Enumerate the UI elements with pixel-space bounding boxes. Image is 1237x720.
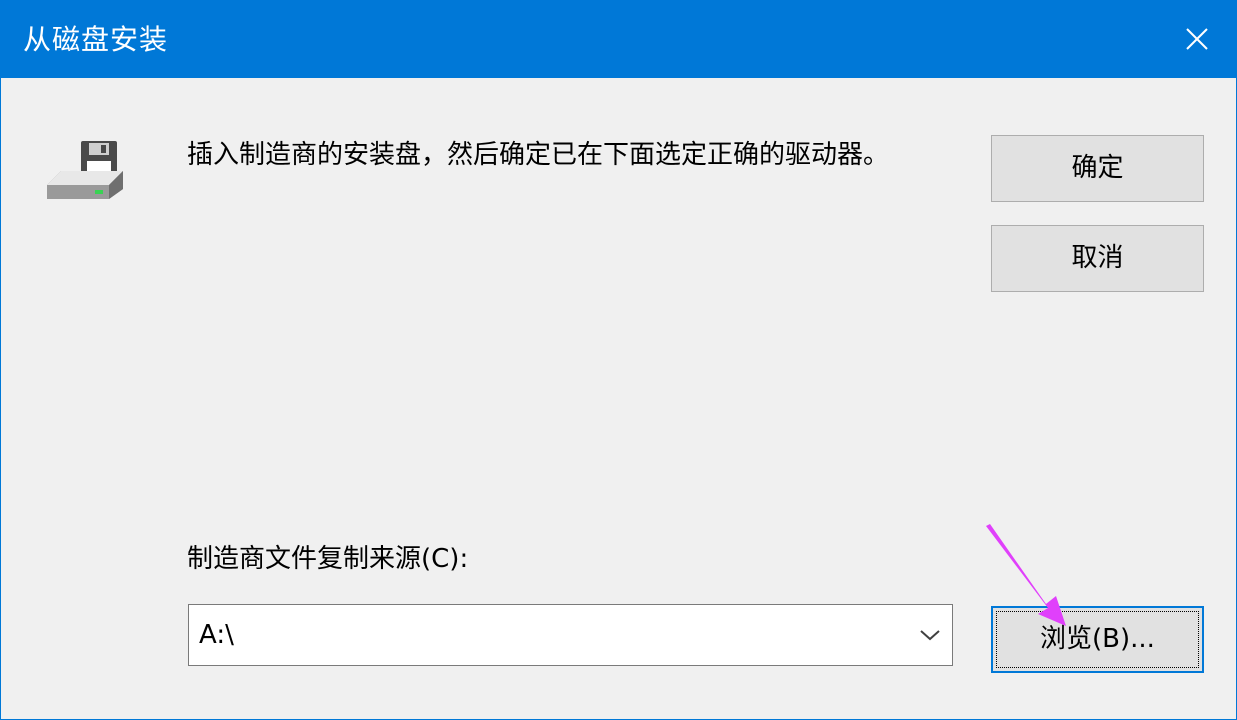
close-button[interactable] [1160, 1, 1236, 78]
ok-button[interactable]: 确定 [991, 135, 1204, 202]
instruction-message: 插入制造商的安装盘，然后确定已在下面选定正确的驱动器。 [187, 140, 890, 170]
title-bar[interactable]: 从磁盘安装 [1, 1, 1236, 78]
window-title: 从磁盘安装 [23, 23, 169, 56]
source-path-combobox[interactable]: A:\ [188, 604, 953, 666]
disk-drive-icon [47, 141, 123, 199]
source-label: 制造商文件复制来源(C): [187, 544, 469, 574]
cancel-button[interactable]: 取消 [991, 225, 1204, 292]
chevron-down-icon[interactable] [918, 625, 942, 645]
annotation-arrow-icon [986, 524, 1066, 626]
source-path-value: A:\ [199, 620, 234, 650]
close-icon [1186, 28, 1208, 50]
